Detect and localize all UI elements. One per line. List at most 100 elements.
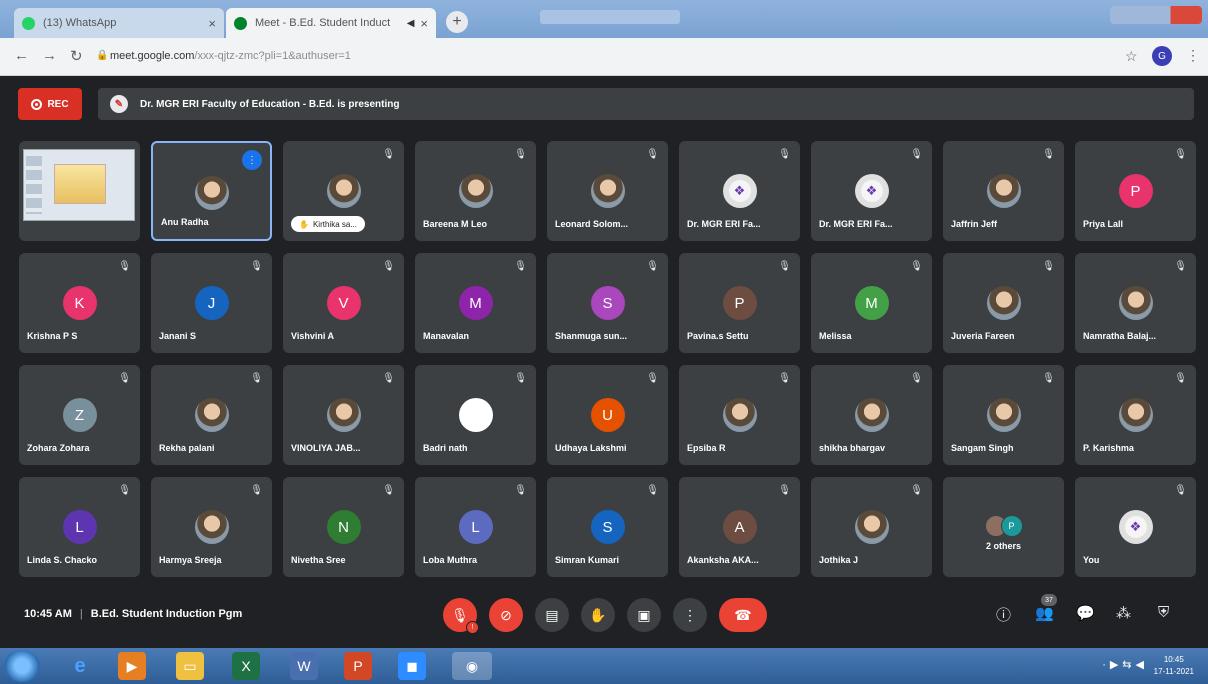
participant-tile[interactable]: P 🎙 Priya Lall (1075, 141, 1196, 241)
participant-tile[interactable]: Z 🎙 Zohara Zohara (19, 365, 140, 465)
file-explorer-icon[interactable]: ▭ (176, 652, 204, 680)
lock-icon[interactable]: 🔒 (96, 50, 108, 61)
reload-icon[interactable]: ↻ (70, 47, 83, 65)
start-button[interactable] (4, 650, 40, 682)
participant-tile[interactable]: 🎙 Badri nath (415, 365, 536, 465)
more-options-button[interactable]: ⋮ (673, 598, 707, 632)
mic-muted-icon: 🎙 (250, 485, 263, 496)
participant-tile[interactable]: 🎙 Juveria Fareen (943, 253, 1064, 353)
raise-hand-button[interactable]: ✋ (581, 598, 615, 632)
avatar (1118, 286, 1153, 320)
new-tab-button[interactable]: + (446, 11, 468, 33)
participant-tile[interactable]: 🎙 Namratha Balaj... (1075, 253, 1196, 353)
avatar: ❖ (854, 174, 889, 208)
system-tray-icons[interactable]: ·▶⇆◀ (1102, 658, 1148, 671)
participant-tile[interactable]: ⋮ Anu Radha (151, 141, 272, 241)
avatar: U (590, 398, 625, 432)
mic-muted-icon: 🎙 (1042, 149, 1055, 160)
excel-icon[interactable]: X (232, 652, 260, 680)
zoom-icon[interactable]: ◼ (398, 652, 426, 680)
avatar: J (194, 286, 229, 320)
participant-tile[interactable]: 🎙 Harmya Sreeja (151, 477, 272, 577)
participant-tile[interactable]: 🎙 shikha bhargav (811, 365, 932, 465)
tab-title: (13) WhatsApp (43, 17, 117, 29)
word-icon[interactable]: W (290, 652, 318, 680)
speaker-icon[interactable]: ◀ (407, 18, 415, 29)
participant-name: You (1083, 555, 1100, 565)
speaking-indicator-icon: ⋮ (242, 150, 262, 170)
tab-meet[interactable]: Meet - B.Ed. Student Induct ◀ × (226, 8, 436, 38)
others-tile[interactable]: P 2 others (943, 477, 1064, 577)
bookmark-star-icon[interactable]: ☆ (1125, 48, 1138, 65)
participant-tile[interactable]: 🎙 Rekha palani (151, 365, 272, 465)
participant-tile[interactable]: S 🎙 Shanmuga sun... (547, 253, 668, 353)
mic-muted-icon: 🎙 (646, 261, 659, 272)
participant-name: Loba Muthra (423, 555, 477, 565)
present-now-button[interactable]: ▣ (627, 598, 661, 632)
participant-tile[interactable]: P 🎙 Pavina.s Settu (679, 253, 800, 353)
url-field[interactable]: meet.google.com/xxx-qjtz-zmc?pli=1&authu… (110, 50, 351, 62)
chrome-icon[interactable]: ◉ (452, 652, 492, 680)
participant-tile[interactable]: 🎙 Jothika J (811, 477, 932, 577)
participant-tile[interactable]: ❖ 🎙 Dr. MGR ERI Fa... (679, 141, 800, 241)
leave-call-button[interactable]: ☎ (719, 598, 767, 632)
participant-tile[interactable]: N 🎙 Nivetha Sree (283, 477, 404, 577)
tab-whatsapp[interactable]: (13) WhatsApp × (14, 8, 224, 38)
clock-date: 17-11-2021 (1153, 667, 1194, 676)
media-player-icon[interactable]: ▶ (118, 652, 146, 680)
close-tab-icon[interactable]: × (420, 16, 428, 31)
participant-name: Janani S (159, 331, 197, 341)
participant-tile[interactable]: V 🎙 Vishvini A (283, 253, 404, 353)
camera-toggle-button[interactable]: ⊘ (489, 598, 523, 632)
participant-tile[interactable]: ❖ 🎙 You (1075, 477, 1196, 577)
participant-name: Simran Kumari (555, 555, 620, 565)
screen-share-tile[interactable] (19, 141, 140, 241)
powerpoint-icon[interactable]: P (344, 652, 372, 680)
participant-tile[interactable]: ❖ 🎙 Dr. MGR ERI Fa... (811, 141, 932, 241)
participant-tile[interactable]: 🎙 Bareena M Leo (415, 141, 536, 241)
participant-tile[interactable]: S 🎙 Simran Kumari (547, 477, 668, 577)
participant-tile[interactable]: K 🎙 Krishna P S (19, 253, 140, 353)
slide-preview (54, 164, 106, 204)
mic-toggle-button[interactable]: 🎙! (443, 598, 479, 634)
participant-tile[interactable]: 🎙 P. Karishma (1075, 365, 1196, 465)
participant-tile[interactable]: 🎙 Leonard Solom... (547, 141, 668, 241)
pinned-name-pill[interactable]: ✋ Kirthika sa... (291, 216, 365, 232)
participant-tile[interactable]: J 🎙 Janani S (151, 253, 272, 353)
participant-tile[interactable]: L 🎙 Linda S. Chacko (19, 477, 140, 577)
mic-muted-icon: 🎙 (778, 149, 791, 160)
window-controls[interactable] (1110, 6, 1202, 24)
participant-tile[interactable]: L 🎙 Loba Muthra (415, 477, 536, 577)
forward-icon[interactable]: → (42, 47, 57, 64)
mic-muted-icon: 🎙 (646, 485, 659, 496)
window-title-bar (540, 10, 680, 24)
participant-tile[interactable]: M 🎙 Melissa (811, 253, 932, 353)
browser-menu-icon[interactable]: ⋮ (1186, 47, 1200, 64)
participant-name: shikha bhargav (819, 443, 886, 453)
internet-explorer-icon[interactable]: e (66, 652, 94, 680)
back-icon[interactable]: ← (14, 47, 29, 64)
avatar: M (458, 286, 493, 320)
participant-count: 37 (1041, 594, 1057, 606)
close-tab-icon[interactable]: × (208, 16, 216, 31)
mic-muted-icon: 🎙 (778, 485, 791, 496)
presenting-banner[interactable]: ✎ Dr. MGR ERI Faculty of Education - B.E… (98, 88, 1194, 120)
participant-tile[interactable]: 🎙 Sangam Singh (943, 365, 1064, 465)
participant-tile[interactable]: 🎙 ✋ Kirthika sa... (283, 141, 404, 241)
participant-tile[interactable]: 🎙 Jaffrin Jeff (943, 141, 1064, 241)
captions-button[interactable]: ▤ (535, 598, 569, 632)
participant-tile[interactable]: A 🎙 Akanksha AKA... (679, 477, 800, 577)
host-controls-icon[interactable]: ⛨ (1158, 604, 1169, 621)
participant-tile[interactable]: U 🎙 Udhaya Lakshmi (547, 365, 668, 465)
people-icon[interactable]: 👥 (1035, 604, 1054, 622)
participant-tile[interactable]: M 🎙 Manavalan (415, 253, 536, 353)
meeting-details-icon[interactable]: ⓘ (996, 604, 1011, 625)
participant-tile[interactable]: 🎙 VINOLIYA JAB... (283, 365, 404, 465)
activities-icon[interactable]: ⁂ (1116, 604, 1131, 622)
participant-tile[interactable]: 🎙 Epsiba R (679, 365, 800, 465)
profile-avatar[interactable]: G (1152, 46, 1172, 66)
taskbar-clock[interactable]: 10:45 17-11-2021 (1154, 654, 1194, 678)
participant-name: Pavina.s Settu (687, 331, 749, 341)
chat-icon[interactable]: 💬 (1076, 604, 1095, 622)
url-host: meet.google.com (110, 50, 195, 62)
